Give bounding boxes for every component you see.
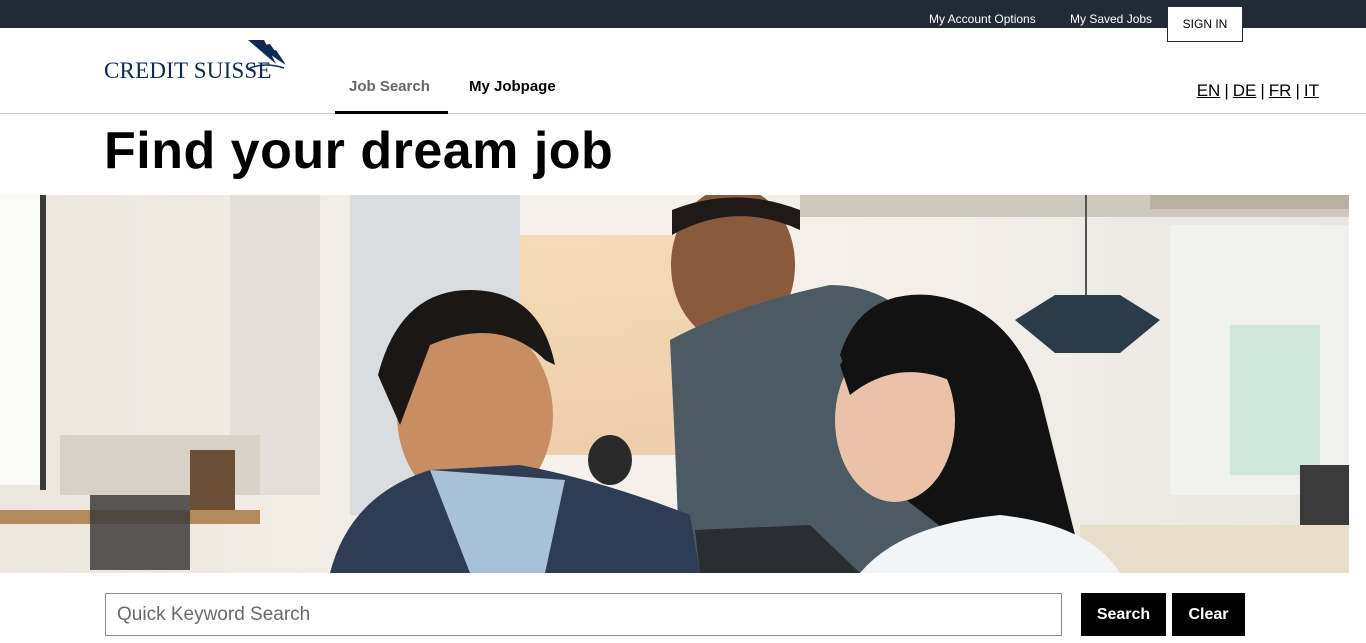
my-saved-jobs-link[interactable]: My Saved Jobs: [1070, 12, 1152, 26]
clear-button[interactable]: Clear: [1172, 593, 1245, 636]
quick-keyword-search-input[interactable]: [105, 593, 1062, 636]
tab-job-search[interactable]: Job Search: [349, 78, 430, 95]
brand-name: CREDIT SUISSE: [104, 58, 272, 83]
site-header: CREDIT SUISSE Job Search My Jobpage EN | D…: [0, 28, 1366, 114]
active-tab-indicator: [335, 111, 448, 114]
lang-separator: |: [1295, 81, 1300, 100]
tab-my-jobpage[interactable]: My Jobpage: [469, 78, 556, 95]
page-title: Find your dream job: [104, 122, 614, 180]
lang-separator: |: [1260, 81, 1265, 100]
top-utility-bar: My Account Options My Saved Jobs: [0, 0, 1366, 28]
lang-de-link[interactable]: DE: [1233, 81, 1257, 100]
credit-suisse-logo[interactable]: CREDIT SUISSE: [104, 38, 286, 83]
lang-separator: |: [1224, 81, 1229, 100]
lang-en-link[interactable]: EN: [1197, 81, 1221, 100]
sign-in-button[interactable]: SIGN IN: [1167, 6, 1243, 42]
hero-photo-illustration: [0, 195, 1349, 573]
page-margin: [1349, 195, 1366, 573]
lang-it-link[interactable]: IT: [1304, 81, 1319, 100]
my-account-options-link[interactable]: My Account Options: [929, 12, 1036, 26]
lang-fr-link[interactable]: FR: [1269, 81, 1292, 100]
hero-image: [0, 195, 1349, 573]
search-button[interactable]: Search: [1081, 593, 1166, 636]
language-switcher: EN | DE | FR | IT: [1197, 81, 1319, 101]
